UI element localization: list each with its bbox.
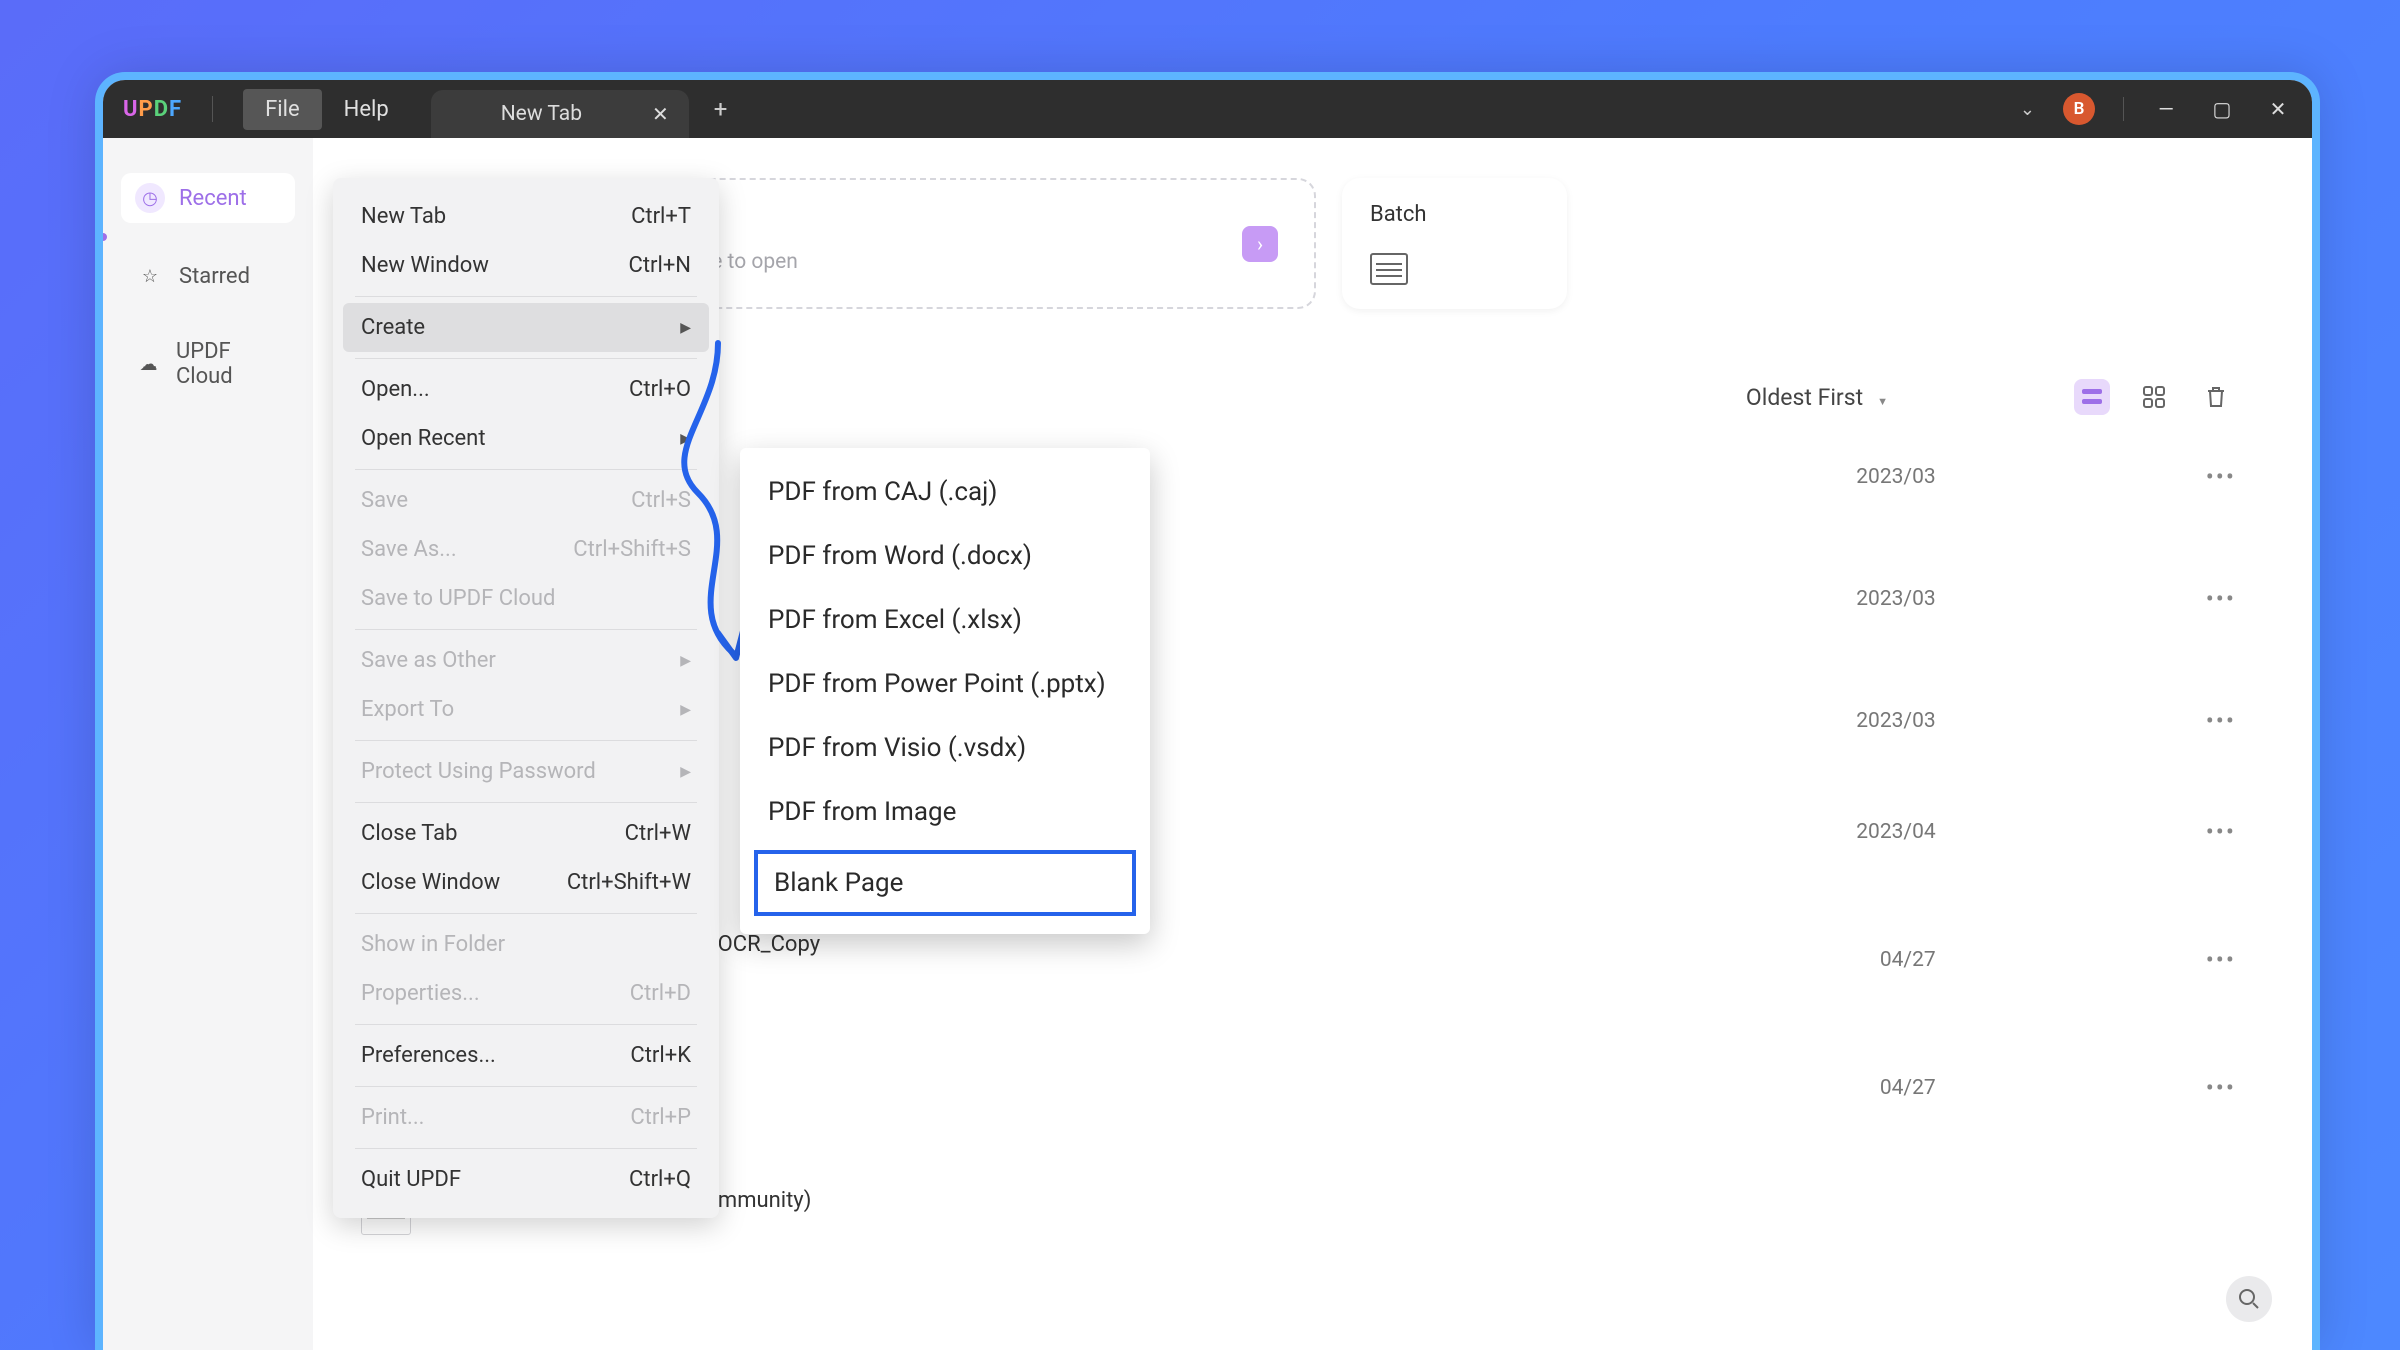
file-date: 04/27 bbox=[1880, 1076, 1936, 1100]
menu-print: Print...Ctrl+P bbox=[343, 1093, 709, 1142]
title-bar: UPDF File Help New Tab ✕ + ⌄ B — ▢ ✕ bbox=[103, 80, 2312, 138]
menu-separator bbox=[355, 358, 697, 359]
menu-protect: Protect Using Password▶ bbox=[343, 747, 709, 796]
app-window: UPDF File Help New Tab ✕ + ⌄ B — ▢ ✕ ◷ R… bbox=[95, 72, 2320, 1350]
open-file-action-button[interactable]: › bbox=[1242, 226, 1278, 262]
submenu-pdf-from-image[interactable]: PDF from Image bbox=[740, 780, 1150, 844]
submenu-pdf-from-excel[interactable]: PDF from Excel (.xlsx) bbox=[740, 588, 1150, 652]
menu-separator bbox=[355, 1086, 697, 1087]
chevron-down-icon[interactable]: ⌄ bbox=[2020, 99, 2035, 120]
menu-new-tab[interactable]: New TabCtrl+T bbox=[343, 192, 709, 241]
sort-dropdown[interactable]: Oldest First bbox=[1746, 384, 1888, 411]
new-tab-button[interactable]: + bbox=[714, 95, 728, 123]
minimize-button[interactable]: — bbox=[2152, 97, 2180, 121]
clock-icon: ◷ bbox=[135, 183, 165, 213]
file-date: 2023/04 bbox=[1856, 820, 1935, 844]
menu-save-other: Save as Other▶ bbox=[343, 636, 709, 685]
menubar-separator bbox=[212, 96, 213, 122]
sidebar: ◷ Recent ☆ Starred ☁ UPDF Cloud bbox=[103, 138, 313, 1350]
search-icon bbox=[2238, 1288, 2260, 1310]
menu-close-tab[interactable]: Close TabCtrl+W bbox=[343, 809, 709, 858]
file-menu-button[interactable]: ••• bbox=[2206, 946, 2236, 974]
file-menu-button[interactable]: ••• bbox=[2206, 463, 2236, 491]
menu-separator bbox=[355, 913, 697, 914]
submenu-pdf-from-visio[interactable]: PDF from Visio (.vsdx) bbox=[740, 716, 1150, 780]
batch-card[interactable]: Batch bbox=[1342, 178, 1567, 309]
file-date: 2023/03 bbox=[1856, 587, 1935, 611]
list-icon bbox=[2081, 386, 2103, 408]
menu-separator bbox=[355, 1148, 697, 1149]
grid-icon bbox=[2143, 386, 2165, 408]
menu-separator bbox=[355, 740, 697, 741]
menu-show-in-folder: Show in Folder bbox=[343, 920, 709, 969]
menu-save-as: Save As...Ctrl+Shift+S bbox=[343, 525, 709, 574]
batch-icon bbox=[1370, 253, 1408, 285]
file-menu-button[interactable]: ••• bbox=[2206, 707, 2236, 735]
file-menu-button[interactable]: ••• bbox=[2206, 1074, 2236, 1102]
file-menu-button[interactable]: ••• bbox=[2206, 585, 2236, 613]
chevron-right-icon: ▶ bbox=[680, 431, 691, 447]
menu-create[interactable]: Create▶ bbox=[343, 303, 709, 352]
menu-new-window[interactable]: New WindowCtrl+N bbox=[343, 241, 709, 290]
sidebar-indicator-dot bbox=[99, 233, 107, 241]
submenu-pdf-from-caj[interactable]: PDF from CAJ (.caj) bbox=[740, 460, 1150, 524]
sidebar-item-label: Starred bbox=[179, 264, 250, 289]
submenu-blank-page[interactable]: Blank Page bbox=[754, 850, 1136, 916]
file-date: 2023/03 bbox=[1856, 709, 1935, 733]
chevron-right-icon: ▶ bbox=[680, 320, 691, 336]
sidebar-item-cloud[interactable]: ☁ UPDF Cloud bbox=[121, 329, 295, 399]
close-tab-icon[interactable]: ✕ bbox=[652, 102, 669, 126]
tab-new[interactable]: New Tab ✕ bbox=[431, 90, 689, 138]
menu-properties: Properties...Ctrl+D bbox=[343, 969, 709, 1018]
file-menu-button[interactable]: ••• bbox=[2206, 818, 2236, 846]
grid-view-button[interactable] bbox=[2136, 379, 2172, 415]
main-content: Open File Drag and drop the file here to… bbox=[313, 138, 2312, 1350]
menu-file[interactable]: File bbox=[243, 89, 322, 130]
menu-open[interactable]: Open...Ctrl+O bbox=[343, 365, 709, 414]
trash-icon bbox=[2205, 385, 2227, 409]
chevron-right-icon: ▶ bbox=[680, 702, 691, 718]
titlebar-right: ⌄ B — ▢ ✕ bbox=[2020, 93, 2292, 125]
submenu-pdf-from-ppt[interactable]: PDF from Power Point (.pptx) bbox=[740, 652, 1150, 716]
menu-save-cloud: Save to UPDF Cloud bbox=[343, 574, 709, 623]
menu-separator bbox=[355, 296, 697, 297]
menu-export-to: Export To▶ bbox=[343, 685, 709, 734]
maximize-button[interactable]: ▢ bbox=[2208, 97, 2236, 121]
file-date: 04/27 bbox=[1880, 948, 1936, 972]
separator bbox=[2123, 97, 2124, 121]
menu-open-recent[interactable]: Open Recent▶ bbox=[343, 414, 709, 463]
menu-separator bbox=[355, 802, 697, 803]
menu-separator bbox=[355, 469, 697, 470]
file-date: 2023/03 bbox=[1856, 465, 1935, 489]
menu-separator bbox=[355, 1024, 697, 1025]
app-body: ◷ Recent ☆ Starred ☁ UPDF Cloud Open Fil… bbox=[103, 138, 2312, 1350]
sidebar-item-label: Recent bbox=[179, 186, 247, 211]
search-fab[interactable] bbox=[2226, 1276, 2272, 1322]
list-view-button[interactable] bbox=[2074, 379, 2110, 415]
avatar[interactable]: B bbox=[2063, 93, 2095, 125]
tab-label: New Tab bbox=[501, 102, 582, 126]
app-logo: UPDF bbox=[123, 97, 182, 122]
delete-button[interactable] bbox=[2198, 379, 2234, 415]
file-dropdown-menu: New TabCtrl+T New WindowCtrl+N Create▶ O… bbox=[333, 178, 719, 1218]
close-window-button[interactable]: ✕ bbox=[2264, 97, 2292, 121]
sidebar-item-recent[interactable]: ◷ Recent bbox=[121, 173, 295, 223]
menu-help[interactable]: Help bbox=[322, 89, 411, 130]
sidebar-item-label: UPDF Cloud bbox=[176, 339, 281, 389]
menu-save: SaveCtrl+S bbox=[343, 476, 709, 525]
star-icon: ☆ bbox=[135, 261, 165, 291]
cloud-icon: ☁ bbox=[135, 349, 162, 379]
create-submenu: PDF from CAJ (.caj) PDF from Word (.docx… bbox=[740, 448, 1150, 934]
sidebar-item-starred[interactable]: ☆ Starred bbox=[121, 251, 295, 301]
menu-preferences[interactable]: Preferences...Ctrl+K bbox=[343, 1031, 709, 1080]
submenu-pdf-from-word[interactable]: PDF from Word (.docx) bbox=[740, 524, 1150, 588]
menu-quit[interactable]: Quit UPDFCtrl+Q bbox=[343, 1155, 709, 1204]
batch-title: Batch bbox=[1370, 202, 1539, 227]
menu-close-window[interactable]: Close WindowCtrl+Shift+W bbox=[343, 858, 709, 907]
chevron-right-icon: ▶ bbox=[680, 653, 691, 669]
menu-separator bbox=[355, 629, 697, 630]
chevron-right-icon: ▶ bbox=[680, 764, 691, 780]
